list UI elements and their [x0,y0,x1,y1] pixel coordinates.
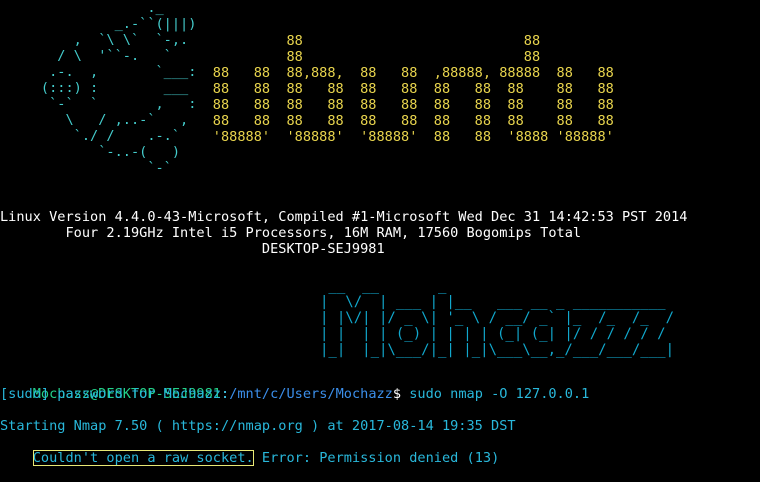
error-line: Couldn't open a raw socket. Error: Permi… [0,434,499,482]
error-rest-text: Error: Permission denied (13) [253,450,500,466]
sysinfo-hostname-line: DESKTOP-SEJ9981 [0,241,385,257]
nmap-start-line: Starting Nmap 7.50 ( https://nmap.org ) … [0,418,516,434]
error-highlight-text: Couldn't open a raw socket. [32,450,254,466]
sysinfo-cpu-line: Four 2.19GHz Intel i5 Processors, 16M RA… [0,225,582,241]
prompt-path: /mnt/c/Users/Mochazz [229,386,393,402]
prompt-symbol: $ [392,386,402,402]
sudo-prompt-line: [sudo] password for Mochazz: [0,386,230,402]
command-text: sudo nmap -O 127.0.0.1 [401,386,590,402]
terminal-window[interactable]: ._ _.-``(|||) , `\ \` `-,. / \ '``-. ` .… [0,0,760,466]
mohcazz-ascii-art: __ __ _ | \/ | ___ | |__ ___ __ _ ______… [320,278,675,358]
ubuntu-banner-ascii: 88 88 88 88 88 88 88,888, 88 88 ,88888, … [212,33,614,145]
sysinfo-kernel-line: Linux Version 4.4.0-43-Microsoft, Compil… [0,209,688,225]
